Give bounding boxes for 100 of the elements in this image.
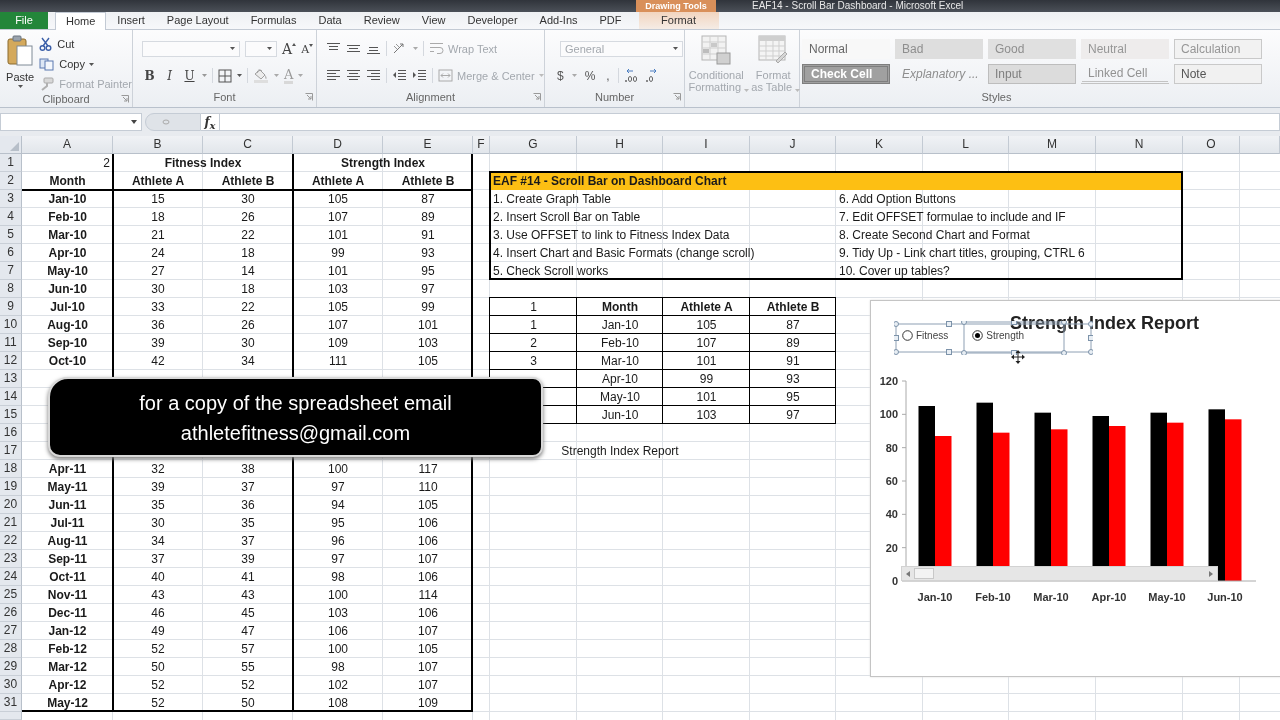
ribbon-tab[interactable]: File	[0, 12, 48, 29]
decrease-indent-icon[interactable]	[392, 69, 407, 82]
row-header[interactable]: 19	[0, 478, 22, 496]
underline-button[interactable]: U	[182, 67, 197, 84]
table-cell-text: 36	[150, 317, 166, 334]
row-header[interactable]: 22	[0, 532, 22, 550]
option-button[interactable]: Strength	[972, 330, 1025, 341]
row-header[interactable]: 11	[0, 334, 22, 352]
dialog-launcher-icon[interactable]	[305, 93, 313, 101]
name-box[interactable]	[0, 113, 142, 131]
row-header[interactable]: 18	[0, 460, 22, 478]
option-button[interactable]: Fitness	[902, 330, 949, 341]
row-header[interactable]: 8	[0, 280, 22, 298]
chart-area[interactable]: Strength Index Report Fitness Strength 0 20 40 60 80 100 120 Jan-10 Feb-10 Mar-10 Apr-10 May-10 Jun-10	[870, 300, 1280, 677]
ribbon-tab[interactable]: Developer	[456, 12, 529, 29]
row-header[interactable]: 23	[0, 550, 22, 568]
ribbon-tab[interactable]: PDF	[588, 12, 633, 29]
ribbon-tab[interactable]: Insert	[106, 12, 156, 29]
dialog-launcher-icon[interactable]	[533, 93, 541, 101]
row-header[interactable]: 16	[0, 424, 22, 442]
grow-font-button[interactable]: A	[282, 40, 297, 57]
column-header[interactable]: H	[577, 136, 663, 154]
column-header[interactable]: E	[383, 136, 473, 154]
scroll-thumb[interactable]	[914, 568, 934, 579]
insert-function-button[interactable]: f$_{x}$	[201, 113, 219, 131]
column-header[interactable]: L	[923, 136, 1009, 154]
scroll-left-icon[interactable]	[906, 570, 911, 577]
row-header[interactable]: 24	[0, 568, 22, 586]
caret-icon[interactable]	[237, 74, 242, 77]
row-header[interactable]: 26	[0, 604, 22, 622]
align-right-icon[interactable]	[366, 69, 381, 82]
column-header[interactable]: K	[836, 136, 923, 154]
paste-button[interactable]: Paste	[6, 35, 35, 92]
column-header[interactable]: O	[1183, 136, 1240, 154]
row-header[interactable]	[0, 712, 22, 720]
row-header[interactable]: 15	[0, 406, 22, 424]
column-header[interactable]: C	[203, 136, 293, 154]
select-all-button[interactable]	[0, 136, 22, 154]
borders-icon[interactable]	[218, 68, 232, 83]
ribbon-tab[interactable]: Format	[638, 12, 719, 29]
align-left-icon[interactable]	[326, 69, 341, 82]
column-header[interactable]: B	[113, 136, 203, 154]
row-header[interactable]: 1	[0, 154, 22, 172]
font-size-field[interactable]	[245, 40, 277, 57]
ribbon-tab[interactable]: Add-Ins	[528, 12, 589, 29]
column-header[interactable]: F	[473, 136, 490, 154]
row-header[interactable]: 9	[0, 298, 22, 316]
italic-button[interactable]: I	[162, 67, 177, 84]
scroll-bar[interactable]	[901, 566, 1218, 581]
row-header[interactable]: 2	[0, 172, 22, 190]
row-header[interactable]: 6	[0, 244, 22, 262]
row-header[interactable]: 30	[0, 676, 22, 694]
ribbon-tab[interactable]: Home	[55, 12, 107, 30]
percent-style-button[interactable]: %	[581, 67, 599, 84]
row-header[interactable]: 3	[0, 190, 22, 208]
row-header[interactable]: 17	[0, 442, 22, 460]
row-header[interactable]: 29	[0, 658, 22, 676]
row-header[interactable]: 31	[0, 694, 22, 712]
row-header[interactable]: 25	[0, 586, 22, 604]
bold-button[interactable]: B	[142, 67, 157, 84]
align-center-icon[interactable]	[346, 69, 361, 82]
row-header[interactable]: 14	[0, 388, 22, 406]
column-header[interactable]: D	[293, 136, 383, 154]
column-header[interactable]: A	[22, 136, 113, 154]
ribbon-tab[interactable]: Page Layout	[155, 12, 240, 29]
ribbon-tab[interactable]: Data	[307, 12, 353, 29]
row-header[interactable]: 10	[0, 316, 22, 334]
column-header[interactable]: M	[1009, 136, 1096, 154]
shrink-font-button[interactable]: A	[301, 41, 314, 58]
accounting-format-button[interactable]: $	[554, 67, 567, 84]
dialog-launcher-icon[interactable]	[673, 93, 681, 101]
formula-input-field[interactable]	[219, 113, 1280, 131]
increase-indent-icon[interactable]	[412, 69, 427, 82]
row-header[interactable]: 21	[0, 514, 22, 532]
paint-bucket-icon[interactable]	[253, 68, 269, 83]
ribbon-tab[interactable]: Review	[352, 12, 411, 29]
row-header[interactable]: 7	[0, 262, 22, 280]
row-header[interactable]: 20	[0, 496, 22, 514]
column-header[interactable]: G	[490, 136, 577, 154]
cut-button[interactable]: Cut	[39, 36, 132, 52]
row-header[interactable]: 4	[0, 208, 22, 226]
row-header[interactable]: 12	[0, 352, 22, 370]
column-header[interactable]: N	[1096, 136, 1183, 154]
row-header[interactable]: 27	[0, 622, 22, 640]
increase-decimal-icon[interactable]	[623, 68, 640, 83]
comma-style-button[interactable]: ,	[603, 67, 613, 84]
cell-style-button[interactable]: Note	[1174, 64, 1262, 84]
dialog-launcher-icon[interactable]	[121, 94, 129, 103]
copy-button[interactable]: Copy	[39, 56, 132, 72]
ribbon-tab[interactable]: View	[410, 12, 457, 29]
ribbon-tab[interactable]: Formulas	[239, 12, 308, 29]
row-header[interactable]: 28	[0, 640, 22, 658]
row-header[interactable]: 5	[0, 226, 22, 244]
font-name-field[interactable]	[142, 40, 240, 57]
row-header[interactable]: 13	[0, 370, 22, 388]
scroll-right-icon[interactable]	[1208, 570, 1213, 577]
align-middle-icon[interactable]	[346, 42, 361, 55]
column-header[interactable]: I	[663, 136, 750, 154]
column-header[interactable]	[1240, 136, 1280, 154]
column-header[interactable]: J	[750, 136, 836, 154]
